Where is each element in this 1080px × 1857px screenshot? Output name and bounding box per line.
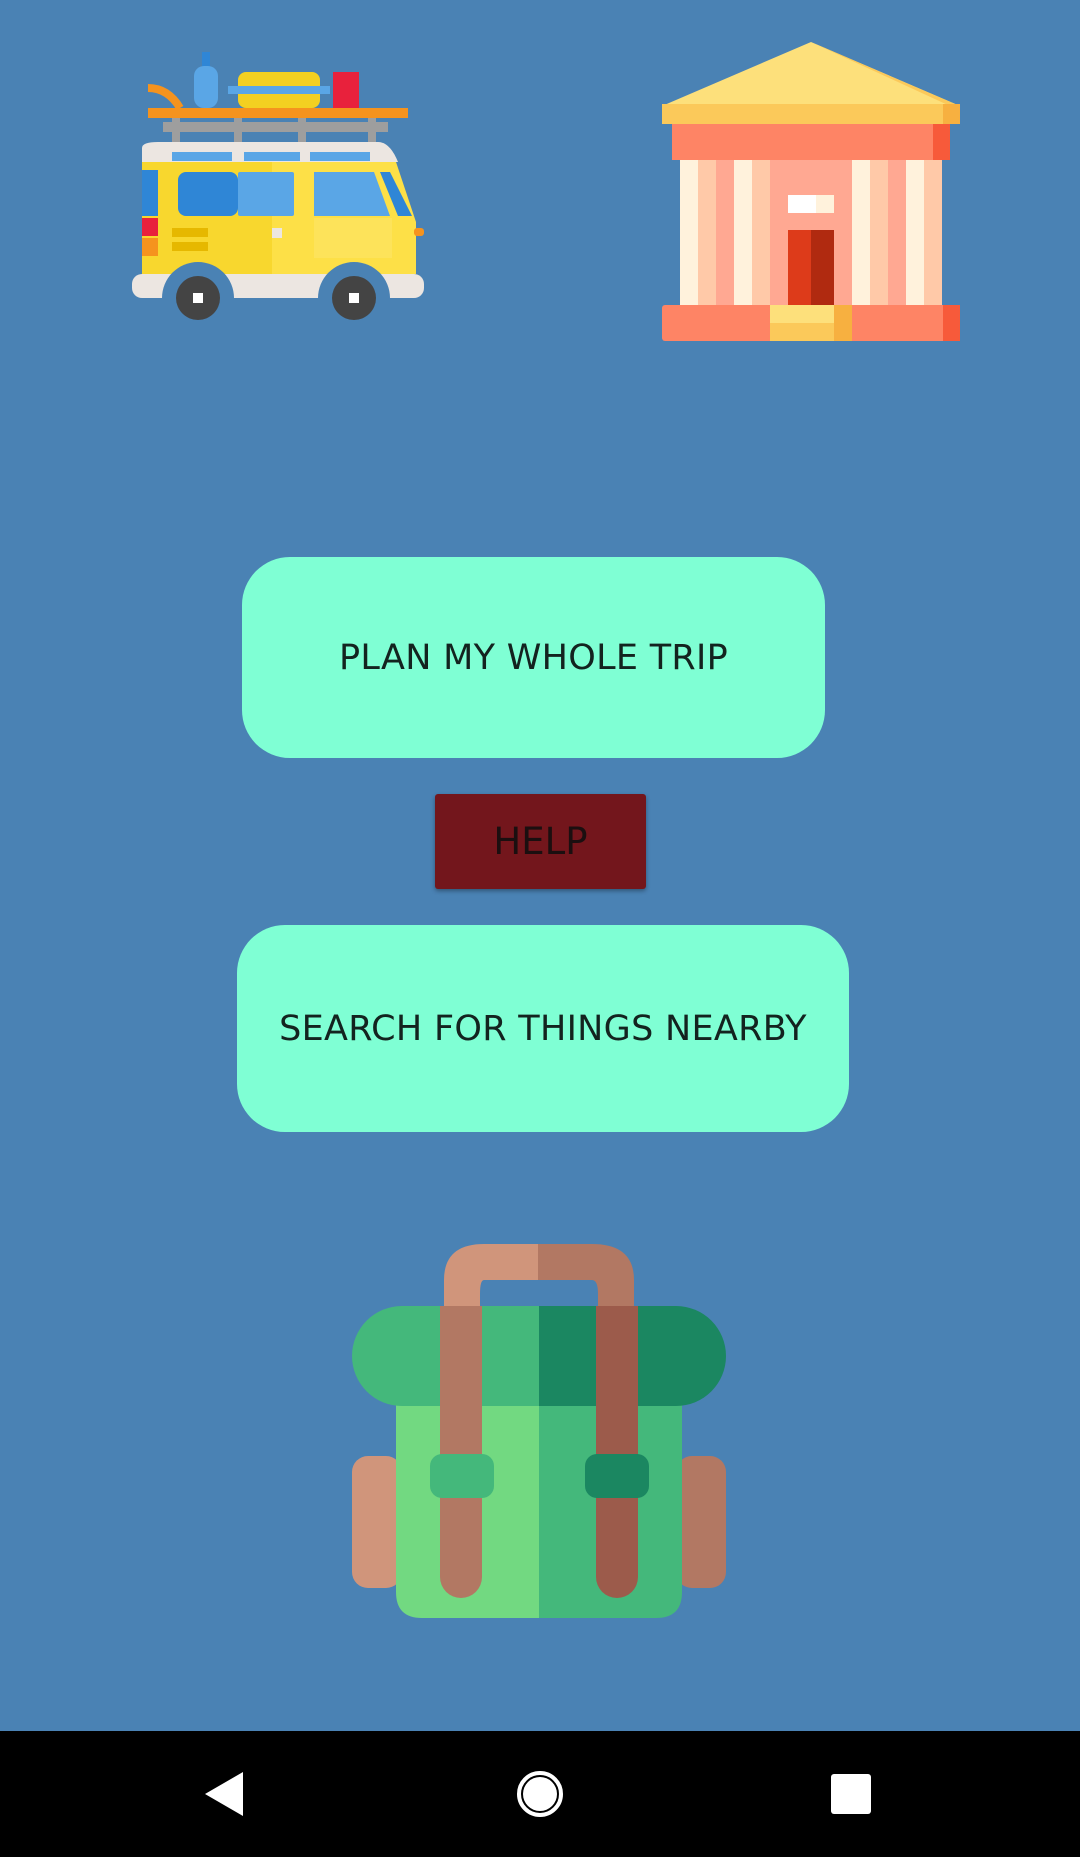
home-icon[interactable] bbox=[480, 1731, 600, 1857]
backpack-icon bbox=[352, 1244, 726, 1618]
help-button[interactable]: HELP bbox=[435, 794, 646, 889]
plan-whole-trip-button[interactable]: PLAN MY WHOLE TRIP bbox=[242, 557, 825, 758]
camper-van-icon bbox=[132, 52, 424, 320]
recents-icon[interactable] bbox=[791, 1731, 911, 1857]
navigation-bar bbox=[0, 1731, 1080, 1857]
museum-building-icon bbox=[662, 42, 960, 341]
search-nearby-button[interactable]: SEARCH FOR THINGS NEARBY bbox=[237, 925, 849, 1132]
back-icon[interactable] bbox=[166, 1731, 286, 1857]
